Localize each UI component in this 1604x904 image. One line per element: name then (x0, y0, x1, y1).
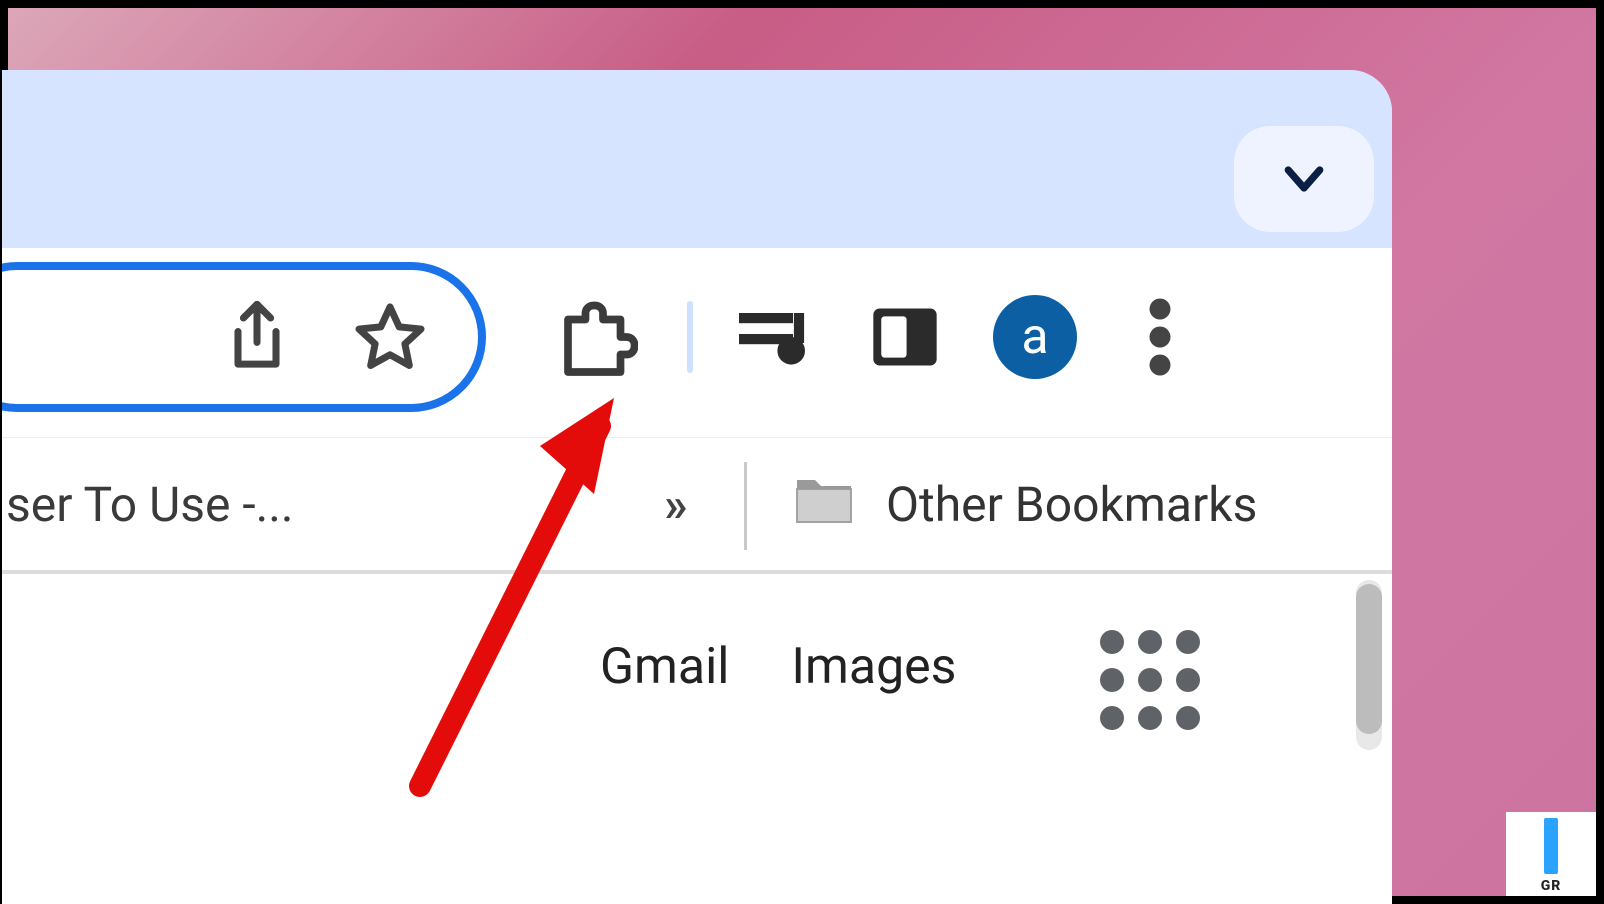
bookmarks-bar: ser To Use -... » Other Bookmarks (2, 438, 1392, 574)
side-panel-button[interactable] (867, 299, 943, 375)
watermark: GR (1506, 812, 1596, 896)
tab-strip (2, 70, 1392, 248)
kebab-menu-icon (1146, 295, 1174, 379)
browser-toolbar: a (2, 248, 1392, 438)
extensions-button[interactable] (554, 295, 638, 379)
puzzle-piece-icon (554, 295, 638, 379)
music-queue-icon (733, 302, 817, 372)
profile-avatar-letter: a (1021, 308, 1048, 366)
profile-avatar-button[interactable]: a (993, 295, 1077, 379)
other-bookmarks-button[interactable]: Other Bookmarks (788, 438, 1257, 570)
browser-window: a ser To Use -... » (2, 70, 1392, 904)
watermark-label: GR (1541, 878, 1562, 894)
star-icon (352, 299, 428, 375)
share-button[interactable] (224, 299, 290, 375)
search-tabs-button[interactable] (1234, 126, 1374, 232)
address-bar[interactable] (2, 262, 486, 412)
chevron-down-icon (1277, 152, 1331, 206)
bookmark-star-button[interactable] (352, 299, 428, 375)
google-apps-button[interactable] (1100, 630, 1200, 730)
media-controls-button[interactable] (733, 302, 817, 372)
gmail-link[interactable]: Gmail (600, 638, 729, 696)
bookmark-item-truncated[interactable]: ser To Use -... (2, 476, 294, 533)
other-bookmarks-label: Other Bookmarks (886, 476, 1257, 533)
toolbar-icon-group: a (522, 248, 1220, 426)
page-content: Gmail Images (2, 574, 1392, 904)
scrollbar-thumb[interactable] (1356, 584, 1382, 734)
header-links: Gmail Images (600, 638, 956, 696)
desktop-background: a ser To Use -... » (8, 8, 1596, 896)
folder-icon (788, 462, 860, 546)
toolbar-separator (687, 301, 693, 373)
share-icon (224, 299, 290, 375)
chrome-menu-button[interactable] (1146, 295, 1174, 379)
side-panel-icon (867, 299, 943, 375)
bookmarks-overflow-button[interactable]: » (664, 438, 688, 570)
images-link[interactable]: Images (791, 638, 956, 696)
bookmarks-separator (744, 462, 747, 550)
